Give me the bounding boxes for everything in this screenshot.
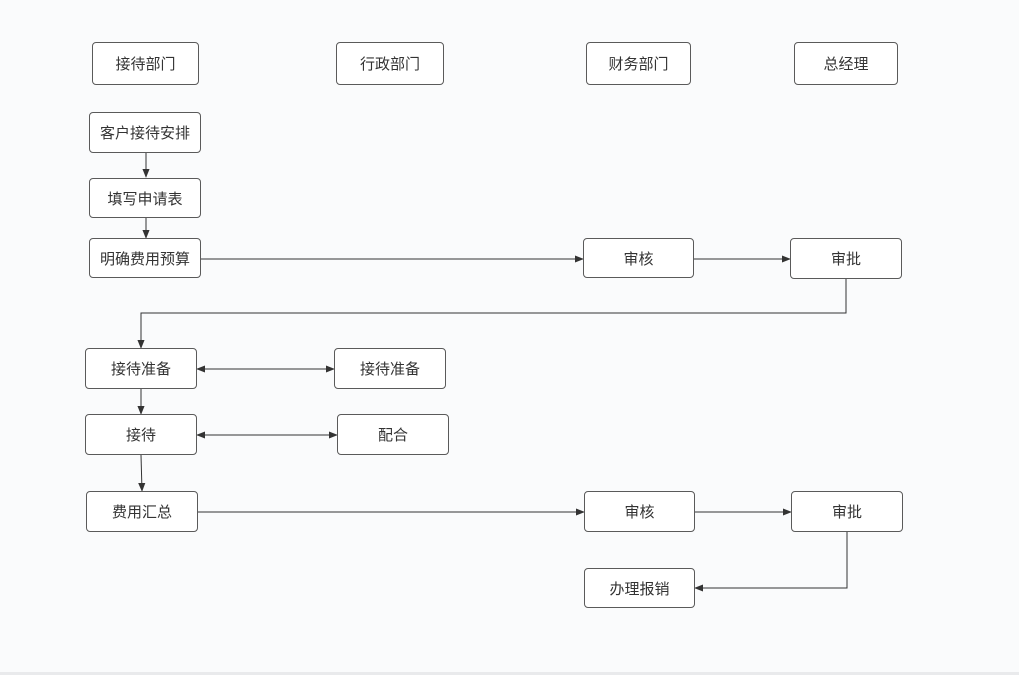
node-admin-preparation[interactable]: 接待准备 bbox=[334, 348, 446, 389]
lane-header-general-manager[interactable]: 总经理 bbox=[794, 42, 898, 85]
node-reception-arrangement[interactable]: 客户接待安排 bbox=[89, 112, 201, 153]
node-reception[interactable]: 接待 bbox=[85, 414, 197, 455]
node-gm-approval-1[interactable]: 审批 bbox=[790, 238, 902, 279]
node-finance-review-2[interactable]: 审核 bbox=[584, 491, 695, 532]
node-admin-cooperate[interactable]: 配合 bbox=[337, 414, 449, 455]
edge-n8-n10 bbox=[138, 454, 146, 492]
node-finance-review-1[interactable]: 审核 bbox=[583, 238, 694, 278]
node-define-budget[interactable]: 明确费用预算 bbox=[89, 238, 201, 278]
lane-header-finance[interactable]: 财务部门 bbox=[586, 42, 691, 85]
connectors-layer bbox=[137, 153, 848, 592]
node-expense-summary[interactable]: 费用汇总 bbox=[86, 491, 198, 532]
edge-n12-n13 bbox=[694, 532, 848, 592]
node-reception-preparation[interactable]: 接待准备 bbox=[85, 348, 197, 389]
node-process-reimbursement[interactable]: 办理报销 bbox=[584, 568, 695, 608]
node-gm-approval-2[interactable]: 审批 bbox=[791, 491, 903, 532]
edge-n5-n6 bbox=[137, 279, 847, 349]
lane-header-reception[interactable]: 接待部门 bbox=[92, 42, 199, 85]
node-fill-application[interactable]: 填写申请表 bbox=[89, 178, 201, 218]
lane-header-administration[interactable]: 行政部门 bbox=[336, 42, 444, 85]
